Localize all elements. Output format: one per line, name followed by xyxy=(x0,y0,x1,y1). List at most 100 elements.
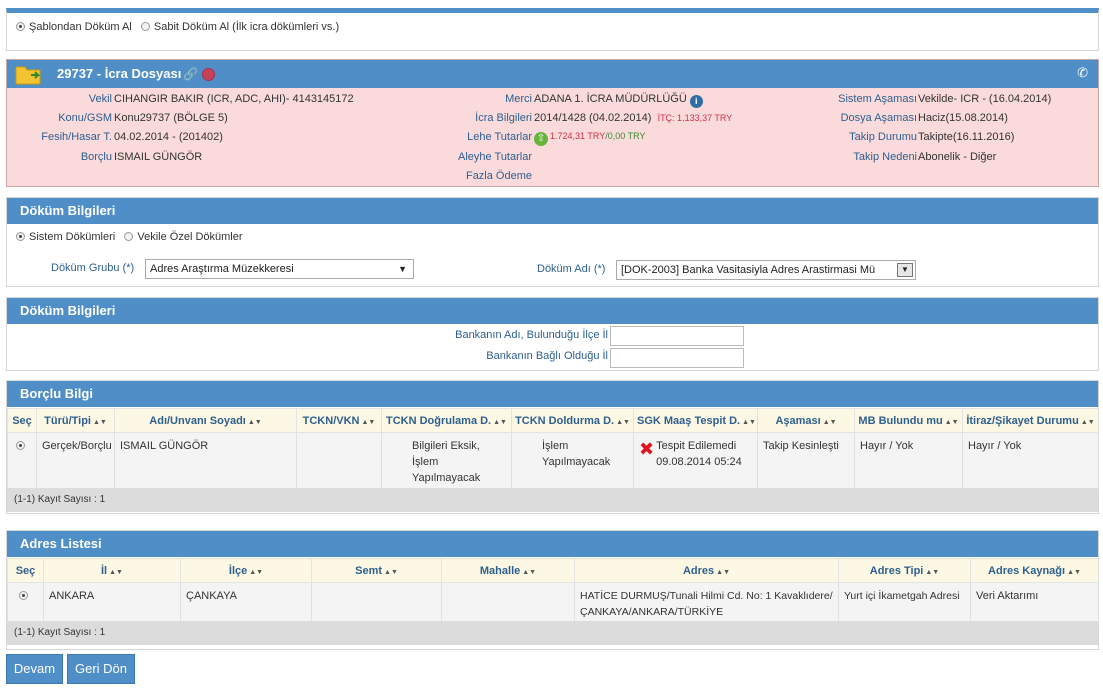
dropdown-arrow-icon: ▼ xyxy=(398,264,407,274)
merci-text: ADANA 1. İCRA MÜDÜRLÜĞÜ xyxy=(534,93,687,105)
col-mahalle[interactable]: Mahalle ▲▼ xyxy=(441,558,575,583)
radio-selected-icon[interactable] xyxy=(15,441,25,450)
adres-header-row: Seç İl ▲▼ İlçe ▲▼ Semt ▲▼ Mahalle ▲▼ Adres ▲▼… xyxy=(7,558,1099,583)
record-count: (1-1) Kayıt Sayısı : 1 xyxy=(7,488,1098,512)
dokum-type-radios: Şablondan Döküm Al Sabit Döküm Al (İlk i… xyxy=(16,21,339,33)
merci-label: Merci xyxy=(505,93,532,105)
col-ilce[interactable]: İlçe ▲▼ xyxy=(180,558,312,583)
cell-dogrulama: Bilgileri Eksik, İşlem Yapılmayacak xyxy=(381,432,512,492)
icra-bilgileri-label: İcra Bilgileri xyxy=(475,112,532,124)
record-count: (1-1) Kayıt Sayısı : 1 xyxy=(7,621,1098,645)
dokum-grubu-value: Adres Araştırma Müzekkeresi xyxy=(150,263,294,275)
devam-button[interactable]: Devam xyxy=(6,654,63,684)
cell-adres-tipi: Yurt içi İkametgah Adresi xyxy=(838,582,971,626)
fazla-odeme-label: Fazla Ödeme xyxy=(465,170,532,182)
col-asamasi[interactable]: Aşaması ▲▼ xyxy=(757,408,855,433)
col-adres-kaynagi[interactable]: Adres Kaynağı ▲▼ xyxy=(970,558,1099,583)
col-sec: Seç xyxy=(7,558,44,583)
sistem-asamasi-label: Sistem Aşaması xyxy=(838,93,917,105)
col-semt-label: Semt xyxy=(355,564,383,577)
merci-value: ADANA 1. İCRA MÜDÜRLÜĞÜ i xyxy=(534,93,703,108)
cell-il: ANKARA xyxy=(43,582,181,626)
col-mb[interactable]: MB Bulundu mu ▲▼ xyxy=(854,408,963,433)
vekil-value: CIHANGIR BAKIR (ICR, ADC, AHI)- 41431451… xyxy=(114,93,354,105)
sabit-option-label: Sabit Döküm Al (İlk icra dökümleri vs.) xyxy=(153,21,340,33)
link-icon[interactable]: 🔗 xyxy=(183,67,198,81)
dokum-adi-value: [DOK-2003] Banka Vasitasiyla Adres Arast… xyxy=(621,264,876,276)
sistem-asamasi-value: Vekilde- ICR - (16.04.2014) xyxy=(918,93,1052,105)
icra-dosyasi-panel: 29737 - İcra Dosyası 🔗 ✆ Vekil CIHANGIR … xyxy=(6,59,1099,187)
borclu-table: Seç Türü/Tipi ▲▼ Adı/Unvanı Soyadı ▲▼ TCKN… xyxy=(7,408,1099,492)
table-row[interactable]: Gerçek/Borçlu ISMAIL GÜNGÖR Bilgileri Ek… xyxy=(7,432,1099,492)
icra-bilgileri-value: 2014/1428 (04.02.2014) İTÇ: 1.133,37 TRY xyxy=(534,112,732,124)
sort-icon: ▲▼ xyxy=(944,418,959,426)
radio-icon[interactable] xyxy=(124,232,134,241)
col-il[interactable]: İl ▲▼ xyxy=(43,558,181,583)
cell-doldurma: İşlem Yapılmayacak xyxy=(511,432,634,492)
col-tckn-label: TCKN/VKN xyxy=(302,414,360,427)
cell-semt xyxy=(311,582,442,626)
panel-title: Adres Listesi xyxy=(7,531,1098,557)
col-itiraz[interactable]: İtiraz/Şikayet Durumu ▲▼ xyxy=(962,408,1099,433)
dropdown-arrow-icon[interactable]: ▼ xyxy=(897,263,913,277)
cell-adres-kaynagi: Veri Aktarımı xyxy=(970,582,1099,626)
row-select[interactable] xyxy=(7,582,44,626)
sort-icon: ▲▼ xyxy=(384,568,398,576)
col-dogrulama[interactable]: TCKN Doğrulama D. ▲▼ xyxy=(381,408,512,433)
icra-header: 29737 - İcra Dosyası 🔗 ✆ xyxy=(7,60,1098,88)
cell-adres: HATİCE DURMUŞ/Tunali Hilmi Cd. No: 1 Kav… xyxy=(574,582,839,626)
sabit-option[interactable]: Sabit Döküm Al (İlk icra dökümleri vs.) xyxy=(140,21,340,33)
banka-il-input[interactable] xyxy=(610,348,744,368)
cell-adi: ISMAIL GÜNGÖR xyxy=(114,432,297,492)
banka-adi-input[interactable] xyxy=(610,326,744,346)
cell-asamasi: Takip Kesinleşti xyxy=(757,432,855,492)
sistem-dokumleri-option[interactable]: Sistem Dökümleri xyxy=(16,231,115,243)
row-select[interactable] xyxy=(7,432,37,492)
col-mb-label: MB Bulundu mu xyxy=(858,414,943,427)
cell-mahalle xyxy=(441,582,575,626)
dokum-parametreleri-panel: Döküm Bilgileri Bankanın Adı, Bulunduğu … xyxy=(6,297,1099,371)
col-adi[interactable]: Adı/Unvanı Soyadı ▲▼ xyxy=(114,408,297,433)
radio-selected-icon[interactable] xyxy=(16,232,25,241)
borclu-header-row: Seç Türü/Tipi ▲▼ Adı/Unvanı Soyadı ▲▼ TCKN… xyxy=(7,408,1099,433)
dokum-adi-select[interactable]: [DOK-2003] Banka Vasitasiyla Adres Arast… xyxy=(616,260,916,280)
sort-icon: ▲▼ xyxy=(247,418,262,426)
sort-icon: ▲▼ xyxy=(493,418,507,426)
itc-amount: İTÇ: 1.133,37 TRY xyxy=(657,113,733,123)
col-asamasi-label: Aşaması xyxy=(775,414,821,427)
radio-selected-icon[interactable] xyxy=(19,591,28,600)
col-sgk-label: SGK Maaş Tespit D. xyxy=(637,414,741,427)
radio-icon[interactable] xyxy=(140,22,150,31)
icra-bilgileri-text: 2014/1428 (04.02.2014) xyxy=(534,112,652,124)
table-row[interactable]: ANKARA ÇANKAYA HATİCE DURMUŞ/Tunali Hilm… xyxy=(7,582,1099,626)
takip-durumu-label: Takip Durumu xyxy=(849,131,917,143)
col-adres-tipi[interactable]: Adres Tipi ▲▼ xyxy=(838,558,971,583)
col-doldurma-label: TCKN Doldurma D. xyxy=(515,414,615,427)
folder-icon xyxy=(15,66,41,85)
dosya-asamasi-label: Dosya Aşaması xyxy=(840,112,917,124)
geri-don-button[interactable]: Geri Dön xyxy=(67,654,135,684)
col-sec: Seç xyxy=(7,408,37,433)
sablon-option[interactable]: Şablondan Döküm Al xyxy=(16,21,132,33)
phone-icon[interactable]: ✆ xyxy=(1077,65,1088,81)
col-doldurma[interactable]: TCKN Doldurma D. ▲▼ xyxy=(511,408,634,433)
info-icon[interactable]: i xyxy=(689,95,703,108)
dokum-grubu-select[interactable]: Adres Araştırma Müzekkeresi ▼ xyxy=(145,259,414,279)
col-turu[interactable]: Türü/Tipi ▲▼ xyxy=(36,408,115,433)
col-turu-label: Türü/Tipi xyxy=(44,414,91,427)
arrow-up-icon: ⇧ xyxy=(534,132,548,146)
col-sgk[interactable]: SGK Maaş Tespit D. ▲▼ xyxy=(633,408,758,433)
sort-icon: ▲▼ xyxy=(93,418,107,426)
cell-turu: Gerçek/Borçlu xyxy=(36,432,115,492)
col-adres[interactable]: Adres ▲▼ xyxy=(574,558,839,583)
cell-tckn xyxy=(296,432,382,492)
close-icon: ✖ xyxy=(639,439,655,459)
takip-nedeni-value: Abonelik - Diğer xyxy=(918,151,997,163)
col-semt[interactable]: Semt ▲▼ xyxy=(311,558,442,583)
vekile-ozel-option[interactable]: Vekile Özel Dökümler xyxy=(124,231,243,243)
banka-il-label: Bankanın Bağlı Olduğu İl xyxy=(486,350,608,362)
col-itiraz-label: İtiraz/Şikayet Durumu xyxy=(966,414,1079,427)
panel-title: Borçlu Bilgi xyxy=(7,381,1098,407)
col-tckn[interactable]: TCKN/VKN ▲▼ xyxy=(296,408,382,433)
radio-selected-icon[interactable] xyxy=(16,22,25,31)
